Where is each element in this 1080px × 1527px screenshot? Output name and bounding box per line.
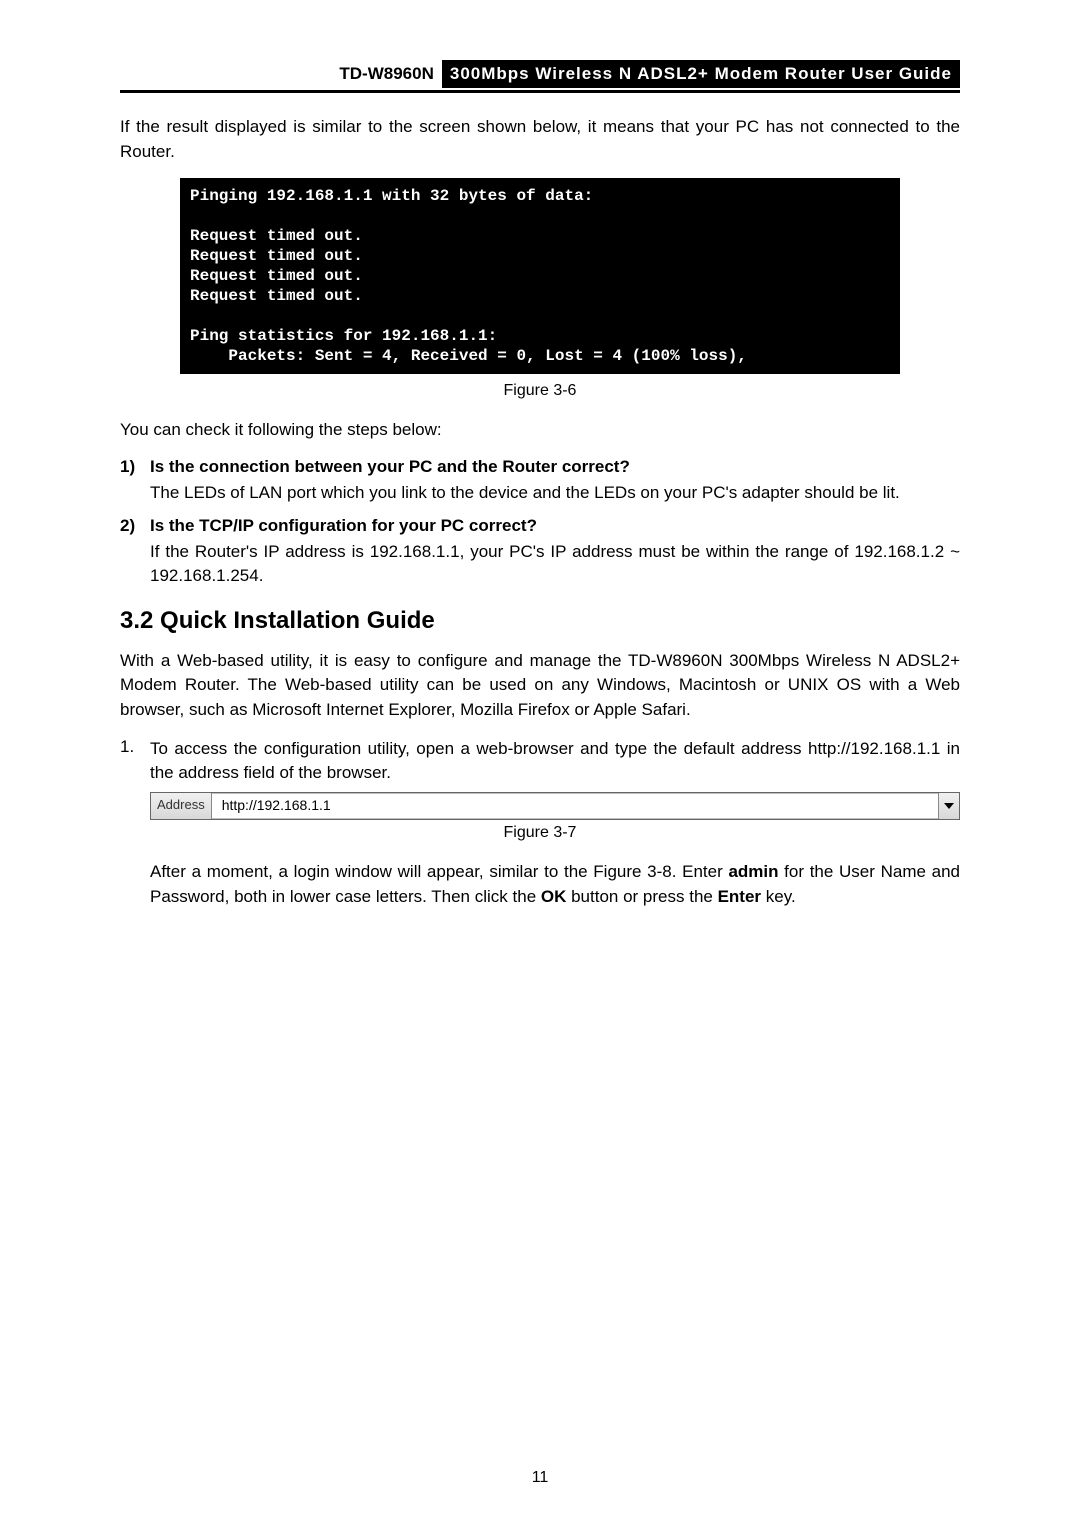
step-number: 2): [120, 516, 150, 536]
numbered-list: 1. To access the configuration utility, …: [120, 737, 960, 786]
after-text-4: key.: [761, 887, 796, 906]
step-body: If the Router's IP address is 192.168.1.…: [150, 540, 960, 589]
after-text-1: After a moment, a login window will appe…: [150, 862, 728, 881]
section-intro: With a Web-based utility, it is easy to …: [120, 649, 960, 723]
step-1-row: 1) Is the connection between your PC and…: [120, 457, 960, 477]
page-number: 11: [0, 1469, 1080, 1487]
step-question: Is the TCP/IP configuration for your PC …: [150, 516, 537, 536]
chevron-down-icon: [944, 803, 954, 809]
ok-bold: OK: [541, 887, 567, 906]
header-model: TD-W8960N: [331, 60, 441, 88]
step-number: 1): [120, 457, 150, 477]
figure-caption-3-7: Figure 3-7: [120, 824, 960, 842]
step-question: Is the connection between your PC and th…: [150, 457, 630, 477]
page-header: TD-W8960N 300Mbps Wireless N ADSL2+ Mode…: [120, 60, 960, 93]
troubleshoot-steps: 1) Is the connection between your PC and…: [120, 457, 960, 589]
list-item-1: 1. To access the configuration utility, …: [120, 737, 960, 786]
after-text-3: button or press the: [566, 887, 717, 906]
terminal-output: Pinging 192.168.1.1 with 32 bytes of dat…: [180, 178, 900, 374]
admin-bold: admin: [728, 862, 778, 881]
list-number: 1.: [120, 737, 150, 786]
figure-caption-3-6: Figure 3-6: [120, 382, 960, 400]
address-bar-input[interactable]: http://192.168.1.1: [212, 793, 938, 819]
section-title: 3.2 Quick Installation Guide: [120, 607, 960, 635]
step-2-row: 2) Is the TCP/IP configuration for your …: [120, 516, 960, 536]
check-intro: You can check it following the steps bel…: [120, 418, 960, 443]
step-body: The LEDs of LAN port which you link to t…: [150, 481, 960, 506]
list-body: To access the configuration utility, ope…: [150, 737, 960, 786]
enter-bold: Enter: [718, 887, 761, 906]
header-title: 300Mbps Wireless N ADSL2+ Modem Router U…: [442, 60, 960, 88]
after-paragraph: After a moment, a login window will appe…: [150, 860, 960, 909]
address-bar-dropdown[interactable]: [938, 793, 959, 819]
address-bar-label: Address: [151, 793, 212, 819]
address-bar: Address http://192.168.1.1: [150, 792, 960, 820]
intro-paragraph: If the result displayed is similar to th…: [120, 115, 960, 164]
